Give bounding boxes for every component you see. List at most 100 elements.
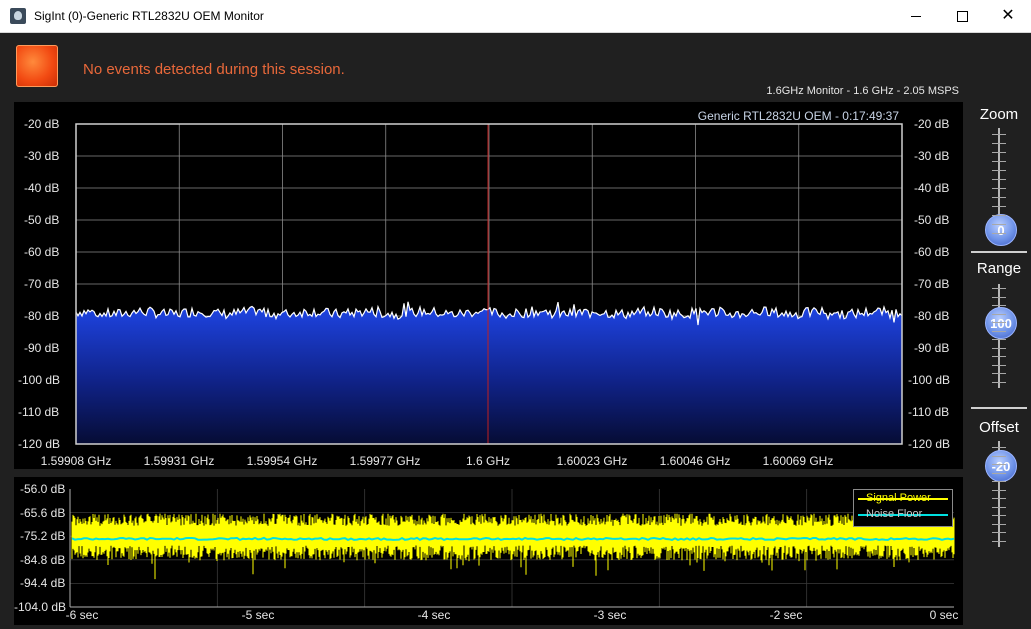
slider-tick: [992, 179, 1006, 180]
left-db-label: -70 dB: [24, 277, 60, 291]
legend-signal-power: Signal Power: [858, 492, 950, 506]
slider-tick: [992, 339, 1006, 340]
right-db-label: -60 dB: [914, 245, 950, 259]
device-label: Generic RTL2832U OEM - 0:17:49:37: [697, 109, 899, 123]
slider-tick: [992, 233, 1006, 234]
app-icon: [10, 8, 26, 24]
frequency-label: 1.60069 GHz: [762, 454, 834, 468]
zoom-control[interactable]: Zoom 0: [971, 104, 1027, 250]
time-label: -6 sec: [65, 608, 99, 622]
slider-tick: [992, 472, 1006, 474]
right-db-label: -50 dB: [914, 213, 950, 227]
left-db-label: -20 dB: [24, 117, 60, 131]
close-icon: ✕: [1001, 7, 1015, 24]
right-db-label: -80 dB: [914, 309, 950, 323]
frequency-label: 1.60046 GHz: [659, 454, 731, 468]
offset-label: Offset: [979, 419, 1019, 436]
zoom-slider-thumb[interactable]: 0: [985, 214, 1017, 246]
power-graph[interactable]: [14, 477, 963, 625]
power-db-label: -56.0 dB: [20, 482, 66, 496]
slider-divider: [971, 251, 1027, 253]
frequency-label: 1.59954 GHz: [246, 454, 318, 468]
time-label: 0 sec: [929, 608, 959, 622]
slider-tick: [992, 322, 1006, 323]
time-label: -5 sec: [241, 608, 275, 622]
slider-tick: [992, 224, 1006, 225]
title-bar: SigInt (0)-Generic RTL2832U OEM Monitor …: [0, 0, 1031, 33]
minimize-button[interactable]: [893, 0, 939, 32]
range-label: Range: [976, 260, 1022, 277]
spectrum-graph[interactable]: [14, 102, 963, 469]
monitor-info: 1.6GHz Monitor - 1.6 GHz - 2.05 MSPS: [766, 85, 959, 97]
range-slider-thumb[interactable]: 100: [985, 307, 1017, 339]
left-db-label: -80 dB: [24, 309, 60, 323]
slider-tick: [992, 532, 1006, 533]
offset-control[interactable]: Offset -20: [971, 417, 1027, 563]
right-db-label: -110 dB: [908, 405, 950, 419]
power-db-label: -65.6 dB: [20, 506, 66, 520]
frequency-label: 1.6 GHz: [465, 454, 511, 468]
slider-tick: [992, 288, 1006, 289]
right-db-label: -30 dB: [914, 149, 950, 163]
slider-tick: [992, 506, 1006, 508]
legend-label: Noise Floor: [866, 508, 923, 520]
slider-tick: [992, 296, 1006, 298]
left-db-label: -50 dB: [24, 213, 60, 227]
slider-tick: [992, 523, 1006, 525]
slider-tick: [992, 381, 1006, 383]
maximize-icon: [956, 10, 968, 22]
slider-tick: [992, 481, 1006, 482]
spectrum-display[interactable]: Generic RTL2832U OEM - 0:17:49:37 -20 dB…: [14, 102, 963, 469]
slider-tick: [992, 515, 1006, 516]
power-db-label: -84.8 dB: [20, 553, 66, 567]
power-db-label: -94.4 dB: [20, 576, 66, 590]
slider-tick: [992, 464, 1006, 465]
left-db-label: -60 dB: [24, 245, 60, 259]
slider-tick: [992, 330, 1006, 332]
frequency-label: 1.60023 GHz: [556, 454, 628, 468]
right-db-label: -40 dB: [914, 181, 950, 195]
slider-tick: [992, 188, 1006, 189]
slider-tick: [992, 489, 1006, 491]
slider-tick: [992, 540, 1006, 542]
event-indicator-button[interactable]: [16, 45, 58, 87]
frequency-label: 1.59977 GHz: [349, 454, 421, 468]
slider-tick: [992, 313, 1006, 315]
frequency-label: 1.59908 GHz: [40, 454, 112, 468]
maximize-button[interactable]: [939, 0, 985, 32]
slider-tick: [992, 134, 1006, 135]
power-db-label: -104.0 dB: [14, 600, 67, 614]
slider-tick: [992, 447, 1006, 448]
left-db-label: -90 dB: [24, 341, 60, 355]
frequency-label: 1.59931 GHz: [143, 454, 215, 468]
time-label: -4 sec: [417, 608, 451, 622]
window-title: SigInt (0)-Generic RTL2832U OEM Monitor: [34, 9, 264, 23]
slider-tick: [992, 347, 1006, 349]
time-label: -2 sec: [769, 608, 803, 622]
slider-tick: [992, 197, 1006, 198]
slider-tick: [992, 143, 1006, 144]
spectrum-fill: [76, 301, 902, 444]
close-button[interactable]: ✕: [985, 0, 1031, 32]
zoom-label: Zoom: [979, 106, 1019, 123]
right-db-label: -100 dB: [908, 373, 951, 387]
slider-tick: [992, 170, 1006, 171]
left-db-label: -30 dB: [24, 149, 60, 163]
power-db-label: -75.2 dB: [20, 529, 66, 543]
left-db-label: -40 dB: [24, 181, 60, 195]
slider-tick: [992, 455, 1006, 457]
time-label: -3 sec: [593, 608, 627, 622]
slider-tick: [992, 373, 1006, 374]
slider-tick: [992, 364, 1006, 366]
slider-tick: [992, 356, 1006, 357]
minimize-icon: [911, 15, 921, 17]
left-db-label: -120 dB: [18, 437, 61, 451]
right-db-label: -120 dB: [908, 437, 951, 451]
slider-tick: [992, 152, 1006, 153]
slider-tick: [992, 498, 1006, 499]
right-db-label: -70 dB: [914, 277, 950, 291]
legend-label: Signal Power: [866, 492, 931, 504]
status-message: No events detected during this session.: [83, 61, 345, 78]
range-control[interactable]: Range 100: [971, 258, 1027, 404]
power-history-display[interactable]: -56.0 dB -65.6 dB -75.2 dB -84.8 dB -94.…: [14, 477, 963, 625]
